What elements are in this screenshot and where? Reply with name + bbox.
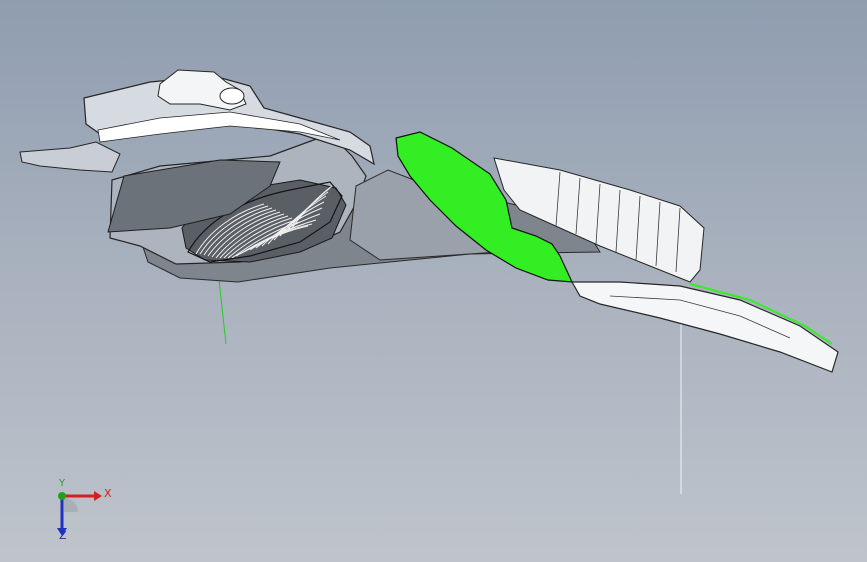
graphics-viewport[interactable]: X Y Z — [0, 0, 867, 562]
mount-boss — [219, 87, 245, 105]
axis-z-label: Z — [59, 529, 67, 542]
left-flange — [19, 141, 121, 173]
axis-x-label: X — [104, 487, 112, 500]
model-geometry[interactable] — [0, 0, 867, 562]
axis-y-label: Y — [59, 478, 66, 489]
orientation-triad[interactable]: X Y Z — [48, 478, 118, 546]
tail-arm — [570, 281, 839, 373]
